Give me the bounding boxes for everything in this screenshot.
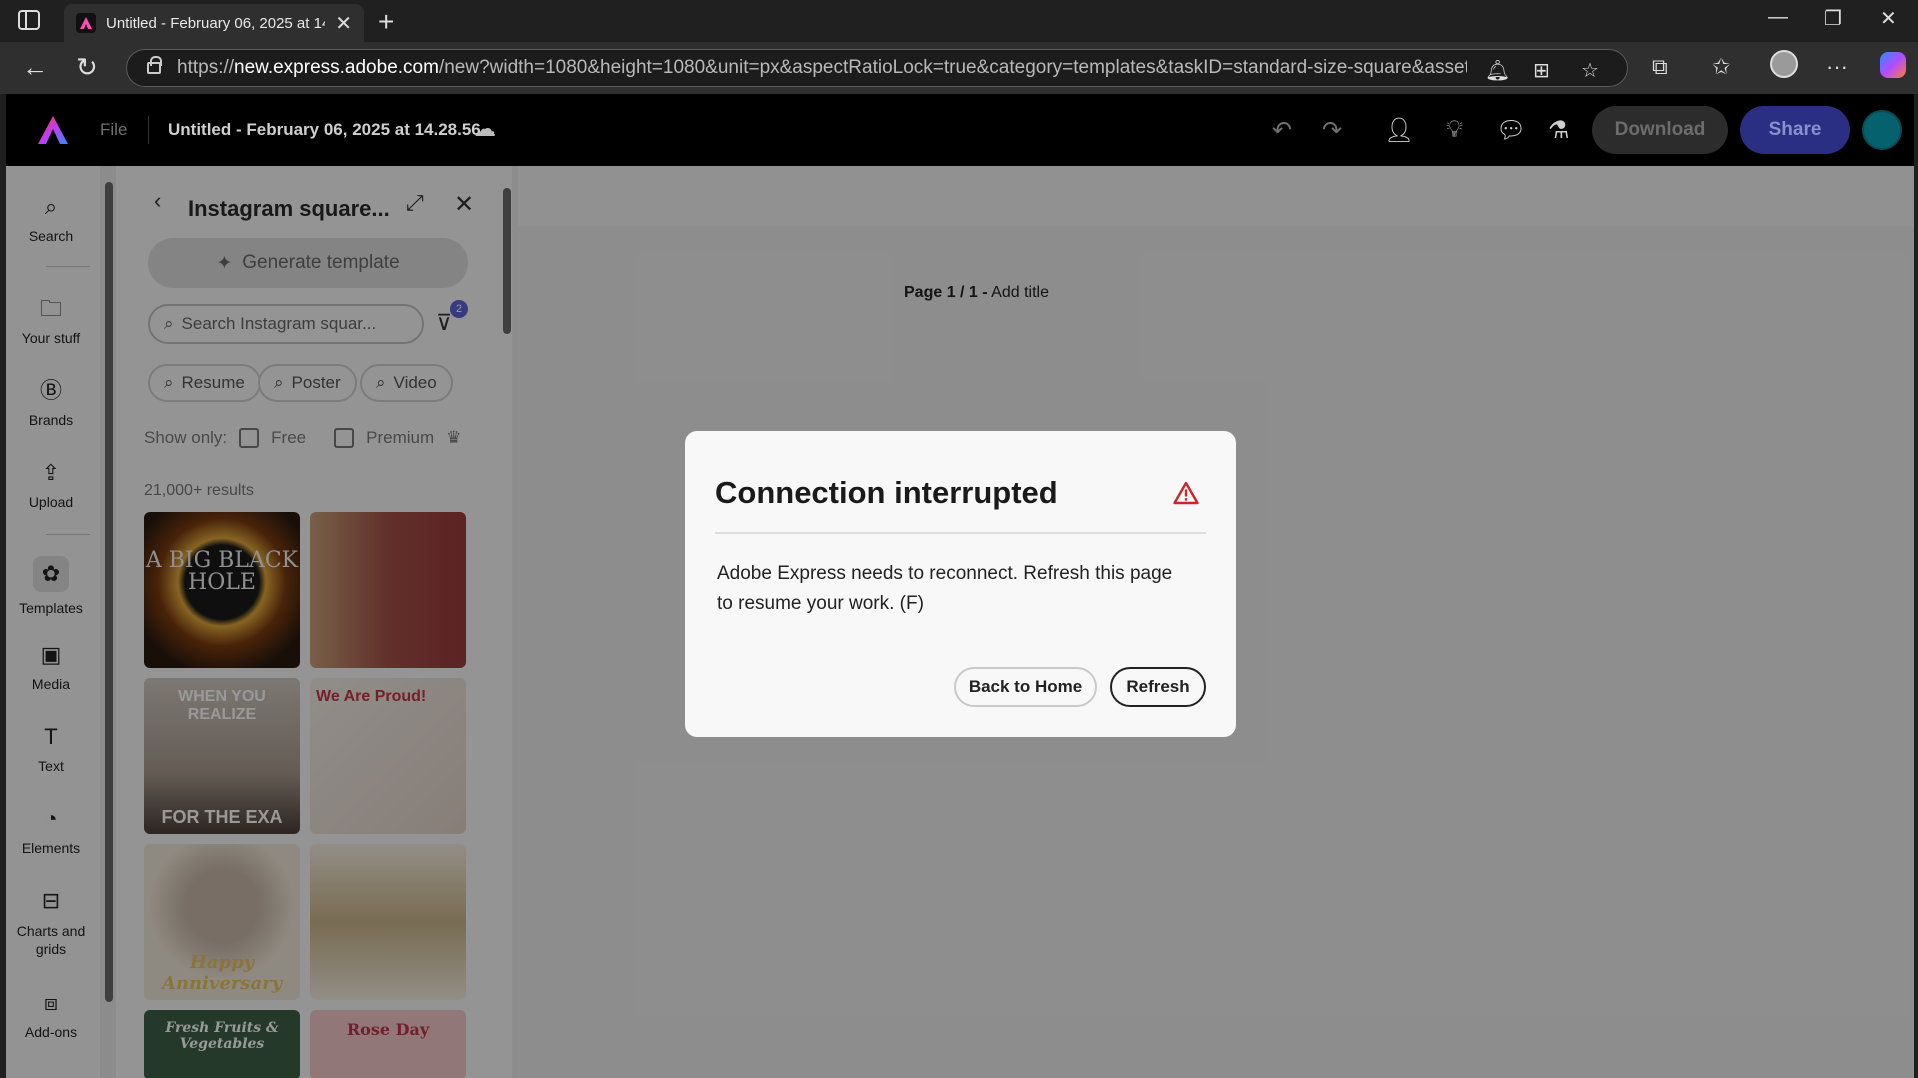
app-available-icon[interactable]: ⊞ [1533, 58, 1550, 83]
favorite-star-icon[interactable]: ☆ [1581, 58, 1599, 83]
refresh-button[interactable]: Refresh [1110, 667, 1206, 707]
cloud-sync-icon[interactable]: ☁ [474, 116, 496, 142]
labs-flask-icon[interactable]: ⚗ [1548, 116, 1570, 145]
close-window-icon[interactable]: ✕ [1880, 6, 1897, 31]
more-icon[interactable]: ··· [1826, 54, 1848, 80]
lock-icon [147, 56, 162, 74]
redo-icon[interactable]: ↷ [1322, 116, 1342, 145]
warning-icon [1173, 481, 1199, 505]
bell-icon[interactable]: 🔔︎ [1485, 58, 1510, 83]
dialog-title: Connection interrupted [715, 475, 1058, 510]
document-title[interactable]: Untitled - February 06, 2025 at 14.28.56 [168, 120, 481, 140]
header-divider [148, 116, 149, 144]
address-bar: ← ↻ https://new.express.adobe.com/new?wi… [0, 42, 1918, 94]
back-icon[interactable]: ← [22, 52, 48, 83]
tab-close-icon[interactable]: ✕ [335, 11, 352, 36]
reload-icon[interactable]: ↻ [76, 52, 98, 83]
extensions-icon[interactable]: ⧉ [1652, 54, 1668, 80]
tab-title: Untitled - February 06, 2025 at 14 [106, 14, 326, 32]
tab-actions-icon[interactable] [18, 10, 40, 30]
favorites-icon[interactable]: ✩ [1712, 54, 1730, 80]
url-text: https://new.express.adobe.com/new?width=… [177, 57, 1467, 78]
restore-icon[interactable]: ❐ [1824, 6, 1842, 31]
dialog-message: Adobe Express needs to reconnect. Refres… [717, 563, 1173, 614]
browser-profile-avatar[interactable] [1770, 50, 1798, 78]
browser-tab-bar: Untitled - February 06, 2025 at 14 ✕ + —… [0, 0, 1918, 42]
dialog-divider [715, 532, 1206, 534]
comment-icon[interactable]: 💬︎ [1496, 116, 1526, 145]
user-avatar[interactable] [1862, 110, 1902, 150]
connection-interrupted-dialog: Connection interrupted Adobe Express nee… [685, 431, 1236, 737]
adobe-express-logo-icon[interactable] [36, 114, 70, 146]
lightbulb-icon[interactable]: 💡︎ [1446, 116, 1463, 144]
copilot-icon[interactable] [1880, 52, 1906, 78]
minimize-icon[interactable]: — [1768, 6, 1788, 29]
url-field[interactable]: https://new.express.adobe.com/new?width=… [126, 49, 1628, 87]
new-tab-icon[interactable]: + [378, 6, 394, 38]
browser-tab-active[interactable]: Untitled - February 06, 2025 at 14 ✕ [64, 4, 364, 42]
back-to-home-button[interactable]: Back to Home [954, 667, 1097, 707]
undo-icon[interactable]: ↶ [1272, 116, 1292, 145]
invite-user-icon[interactable]: 👤︎ [1384, 116, 1414, 145]
download-button[interactable]: Download [1592, 106, 1728, 154]
adobe-favicon-icon [76, 13, 96, 33]
share-button[interactable]: Share [1740, 106, 1850, 154]
app-header: File Untitled - February 06, 2025 at 14.… [6, 94, 1914, 166]
file-menu[interactable]: File [100, 120, 127, 140]
